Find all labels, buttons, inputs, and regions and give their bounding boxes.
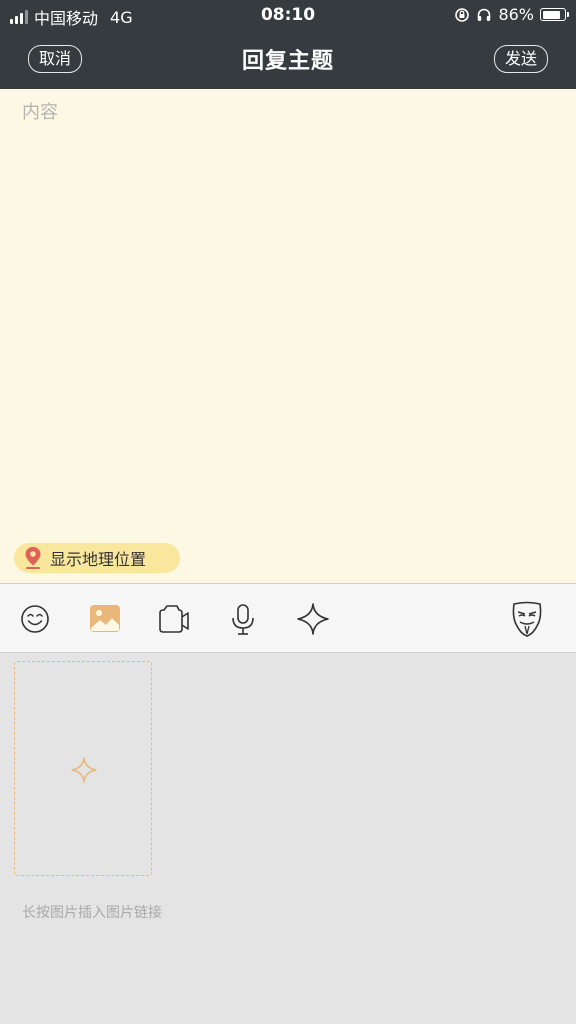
microphone-icon[interactable]: [226, 602, 260, 636]
battery-fill: [542, 10, 560, 19]
header: 中国移动 4G 08:10 86% 取消 回复主题 发送: [0, 0, 576, 89]
rotation-lock-icon: [455, 7, 470, 22]
content-editor[interactable]: 内容 显示地理位置: [0, 89, 576, 583]
location-pin-icon: [25, 547, 41, 569]
more-plus-icon[interactable]: [296, 602, 330, 636]
add-image-slot[interactable]: [14, 661, 152, 876]
image-icon[interactable]: [88, 602, 122, 636]
emoji-icon[interactable]: [18, 602, 52, 636]
battery-percent: 86%: [498, 5, 534, 24]
compose-toolbar: [0, 583, 576, 653]
image-link-hint: 长按图片插入图片链接: [22, 905, 162, 921]
page-title: 回复主题: [241, 49, 334, 74]
nav-bar: 取消 回复主题 发送: [0, 30, 576, 89]
location-label: 显示地理位置: [50, 550, 147, 569]
video-icon[interactable]: [156, 602, 190, 636]
status-bar: 中国移动 4G 08:10 86%: [0, 0, 576, 30]
show-location-button[interactable]: 显示地理位置: [14, 543, 180, 573]
headphones-icon: [478, 8, 491, 21]
battery-icon: [540, 8, 569, 21]
reply-screen: 中国移动 4G 08:10 86% 取消 回复主题 发送 内容 显示地理位置 长…: [0, 0, 576, 1024]
content-placeholder: 内容: [22, 102, 58, 123]
send-button[interactable]: 发送: [493, 45, 548, 73]
add-image-plus-icon: [71, 757, 97, 783]
status-right: 86%: [454, 5, 569, 24]
anonymous-mask-icon[interactable]: [509, 600, 545, 638]
